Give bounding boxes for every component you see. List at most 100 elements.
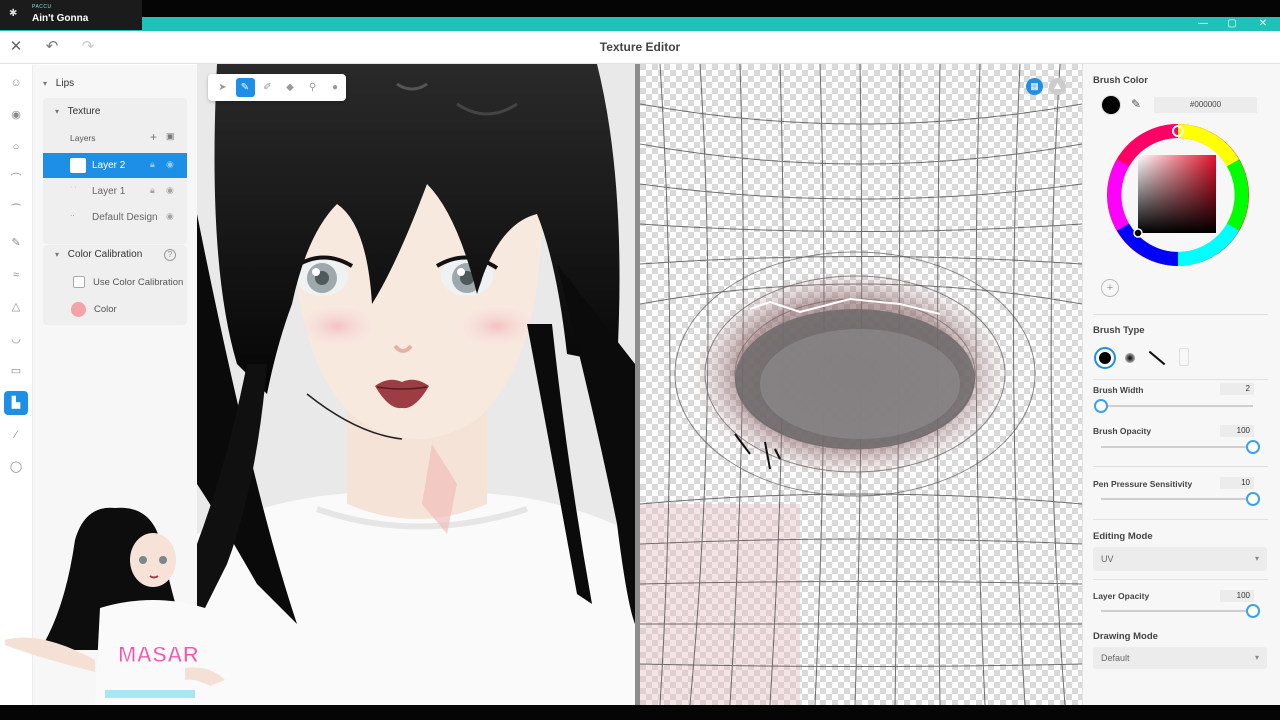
color-wheel[interactable]	[1105, 122, 1251, 268]
add-layer-button[interactable]: +	[150, 130, 157, 144]
layer-item[interactable]: Layer 2 🔒︎ ◉	[43, 153, 187, 178]
3d-viewport[interactable]	[197, 64, 635, 705]
hex-input[interactable]: #000000	[1154, 97, 1257, 113]
eyeline-icon[interactable]: ≈	[4, 263, 28, 287]
brush-type-label: Brush Type	[1093, 325, 1145, 336]
texture-header[interactable]: ▾ Texture	[55, 106, 100, 117]
divider	[1093, 519, 1268, 520]
drawing-toolbar: ➤ ✎ ✐ ◆ ⚲ ●	[208, 74, 346, 101]
pen-tool-icon[interactable]: ✎	[235, 78, 255, 97]
chevron-down-icon: ▾	[1254, 653, 1259, 662]
iris-icon[interactable]: ○	[4, 135, 28, 159]
now-playing-widget: ✱ PACCU Ain't Gonna	[0, 0, 142, 30]
uv-view-toggle-icon[interactable]: ⛰	[1049, 78, 1066, 95]
brush-width-label: Brush Width	[1093, 385, 1144, 395]
window-titlebar: — ▢ ✕	[0, 17, 1280, 31]
use-color-calibration-checkbox[interactable]	[73, 276, 85, 288]
section-lips[interactable]: ▾ Lips	[43, 78, 74, 89]
brush-opacity-knob[interactable]	[1246, 440, 1260, 454]
layer-opacity-value[interactable]: 100	[1220, 590, 1254, 602]
top-strip	[0, 0, 1280, 17]
soft-brush-icon[interactable]	[1125, 353, 1135, 363]
brush-type-hard[interactable]	[1094, 347, 1116, 369]
color-label: Color	[94, 304, 117, 315]
mouth-icon[interactable]: ◡	[4, 327, 28, 351]
editing-mode-select[interactable]: UV ▾	[1093, 547, 1267, 571]
window-close-button[interactable]: ✕	[1252, 17, 1274, 31]
pen-pressure-slider[interactable]	[1101, 492, 1260, 506]
use-color-calibration-label: Use Color Calibration	[93, 277, 184, 288]
color-calibration-header[interactable]: ▾ Color Calibration	[55, 249, 142, 260]
lock-icon[interactable]: 🔒︎	[150, 185, 155, 196]
help-icon[interactable]: ?	[164, 249, 176, 261]
brush-opacity-slider[interactable]	[1101, 440, 1260, 454]
layer-thumbnail: ‥	[70, 211, 75, 218]
avatar-shirt-text: MASAR	[118, 642, 199, 667]
brush-width-slider[interactable]	[1094, 399, 1253, 413]
pen-pressure-label: Pen Pressure Sensitivity	[1093, 479, 1193, 489]
layer-name: Layer 1	[92, 186, 126, 197]
current-color-swatch[interactable]	[1101, 95, 1121, 115]
uv-canvas[interactable]: ▦ ⛰	[635, 64, 1082, 705]
now-playing-artist: PACCU	[32, 4, 52, 10]
eye-icon[interactable]: ◉	[4, 103, 28, 127]
add-folder-button[interactable]: ▣	[166, 131, 175, 142]
uv-grid-toggle-icon[interactable]: ▦	[1026, 78, 1043, 95]
minimize-button[interactable]: —	[1192, 17, 1214, 31]
eyelash-icon[interactable]: ⌒	[4, 167, 28, 191]
brush-opacity-label: Brush Opacity	[1093, 426, 1152, 436]
drawing-mode-label: Drawing Mode	[1093, 631, 1158, 642]
layer-opacity-label: Layer Opacity	[1093, 591, 1150, 601]
maximize-button[interactable]: ▢	[1221, 17, 1243, 31]
eyebrow-icon[interactable]: ⁀	[4, 199, 28, 223]
drawing-mode-select[interactable]: Default ▾	[1093, 647, 1267, 669]
layer-item[interactable]: · · Layer 1 🔒︎ ◉	[43, 179, 187, 204]
layers-label: Layers	[70, 133, 96, 143]
pen-pressure-value[interactable]: 10	[1220, 477, 1254, 489]
streamer-avatar-overlay: MASAR	[5, 507, 225, 705]
brush-opacity-value[interactable]: 100	[1220, 425, 1254, 437]
layer-opacity-slider[interactable]	[1101, 604, 1260, 618]
stamp-tool-icon[interactable]: ⚲	[303, 78, 322, 97]
layer-name: Default Design	[92, 212, 158, 223]
page-title: Texture Editor	[599, 40, 681, 54]
layer-item[interactable]: ‥ Default Design ◉	[43, 205, 187, 230]
fill-tool-icon[interactable]: ◆	[281, 78, 300, 97]
drawing-mode-value: Default	[1101, 653, 1130, 663]
divider	[1093, 466, 1268, 467]
chevron-down-icon: ▾	[55, 107, 60, 116]
pen-brush-icon[interactable]	[1148, 350, 1166, 366]
layer-thumbnail: · ·	[70, 184, 77, 191]
ear-icon[interactable]: ◯	[4, 455, 28, 479]
uv-texture-canvas	[640, 64, 1082, 705]
lock-icon[interactable]: 🔒︎	[150, 159, 155, 170]
eye-icon[interactable]: ◉	[166, 185, 174, 196]
eyedropper-icon[interactable]: ✎	[1131, 97, 1141, 111]
brush-tool-icon[interactable]: ✎	[4, 231, 28, 255]
add-swatch-button[interactable]: +	[1101, 279, 1119, 297]
chevron-down-icon: ▾	[1254, 554, 1259, 563]
face-icon[interactable]: ☺	[4, 71, 28, 95]
eraser-tool-icon[interactable]: ✐	[258, 78, 277, 97]
texture-label: Texture	[67, 106, 101, 117]
pen-pressure-knob[interactable]	[1246, 492, 1260, 506]
calibration-color-swatch[interactable]	[71, 302, 86, 317]
section-label: Lips	[55, 78, 75, 89]
editing-mode-label: Editing Mode	[1093, 531, 1153, 542]
lips-icon[interactable]: ▙	[4, 391, 28, 415]
bottom-strip	[0, 705, 1280, 720]
eye-icon[interactable]: ◉	[166, 211, 174, 222]
airbrush-icon[interactable]	[1179, 348, 1189, 366]
editing-mode-value: UV	[1101, 554, 1114, 564]
chevron-down-icon: ▾	[43, 79, 48, 88]
accessory-icon[interactable]: ∕	[4, 423, 28, 447]
now-playing-title: Ain't Gonna	[32, 13, 89, 24]
dropper-tool-icon[interactable]: ●	[326, 78, 345, 97]
layer-opacity-knob[interactable]	[1246, 604, 1260, 618]
brush-width-value[interactable]: 2	[1220, 383, 1254, 395]
select-tool-icon[interactable]: ➤	[213, 78, 232, 97]
teeth-icon[interactable]: ▭	[4, 359, 28, 383]
eye-icon[interactable]: ◉	[166, 159, 174, 170]
nose-icon[interactable]: △	[4, 295, 28, 319]
brush-width-knob[interactable]	[1094, 399, 1108, 413]
